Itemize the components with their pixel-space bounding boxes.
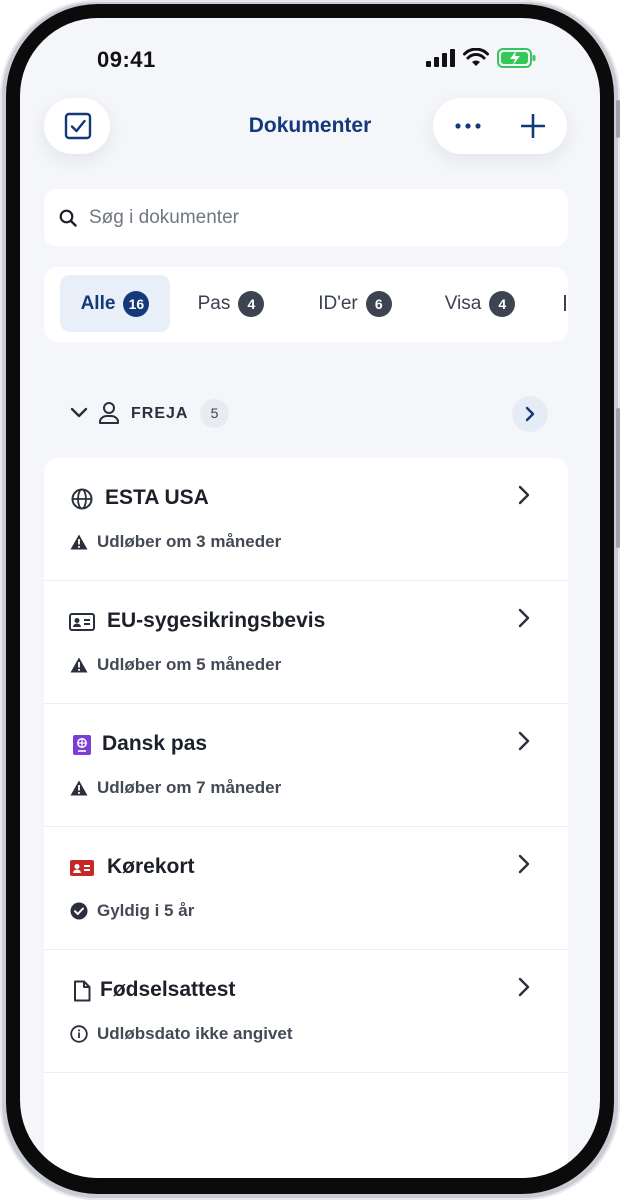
document-name: Fødselsattest xyxy=(100,978,236,1001)
group-name: FREJA xyxy=(131,405,189,422)
warning-icon xyxy=(70,780,88,796)
list-item[interactable]: ESTA USA Udløber om 3 måneder xyxy=(44,458,568,581)
list-item[interactable]: Dansk pas Udløber om 7 måneder xyxy=(44,704,568,827)
tab-label: Visa xyxy=(444,292,482,314)
info-icon xyxy=(70,1025,88,1043)
device-side-button xyxy=(616,100,620,138)
warning-icon xyxy=(70,534,88,550)
tab-label: Alle xyxy=(80,292,116,314)
chevron-right-icon xyxy=(518,485,530,505)
status-time: 09:41 xyxy=(97,47,156,72)
filter-tabs: Alle 16 Pas 4 ID'er 6 Visa 4 xyxy=(44,267,568,342)
tab-count-badge: 6 xyxy=(365,290,392,317)
document-status: Gyldig i 5 år xyxy=(70,901,194,921)
group-count-badge: 5 xyxy=(200,399,229,428)
chevron-right-icon xyxy=(518,854,530,874)
tab-label: ID'er xyxy=(318,292,358,314)
chevron-right-icon xyxy=(525,406,535,422)
document-status-text: Udløber om 3 måneder xyxy=(97,532,282,551)
document-list: ESTA USA Udløber om 3 måneder EU-sygesik… xyxy=(44,458,568,1178)
chevron-down-icon xyxy=(70,407,88,418)
driving-license-icon xyxy=(69,855,95,881)
plus-icon xyxy=(521,114,545,138)
document-icon xyxy=(69,978,95,1004)
document-name: Dansk pas xyxy=(102,732,208,755)
app-screen: 09:41 Dokumenter Søg i dokumenter Alle 1… xyxy=(20,18,600,1178)
tab-alle[interactable]: Alle 16 xyxy=(60,275,170,332)
document-status-text: Udløbsdato ikke angivet xyxy=(97,1024,293,1043)
list-item[interactable]: EU-sygesikringsbevis Udløber om 5 månede… xyxy=(44,581,568,704)
chevron-right-icon xyxy=(518,731,530,751)
document-name: ESTA USA xyxy=(105,486,209,509)
add-document-button[interactable] xyxy=(509,98,559,154)
globe-icon xyxy=(69,486,95,512)
wifi-icon xyxy=(463,48,489,66)
tab-visa[interactable]: Visa 4 xyxy=(430,275,530,332)
document-name: Kørekort xyxy=(107,855,195,878)
search-input[interactable]: Søg i dokumenter xyxy=(44,189,568,246)
id-card-icon xyxy=(69,609,95,635)
tab-count-badge: 4 xyxy=(238,290,265,317)
ellipsis-icon xyxy=(455,123,481,129)
battery-icon xyxy=(497,48,536,68)
check-circle-icon xyxy=(70,902,88,920)
passport-icon xyxy=(69,732,95,758)
search-placeholder: Søg i dokumenter xyxy=(89,206,239,228)
list-item[interactable]: Kørekort Gyldig i 5 år xyxy=(44,827,568,950)
status-icons xyxy=(425,48,537,68)
document-status-text: Udløber om 5 måneder xyxy=(97,655,282,674)
cellular-signal-icon xyxy=(426,49,455,67)
list-item[interactable]: Fødselsattest Udløbsdato ikke angivet xyxy=(44,950,568,1073)
group-open-button[interactable] xyxy=(512,396,548,432)
tab-ider[interactable]: ID'er 6 xyxy=(302,275,408,332)
chevron-right-icon xyxy=(518,977,530,997)
device-side-button xyxy=(616,408,620,548)
header-actions xyxy=(433,98,567,154)
tab-pas[interactable]: Pas 4 xyxy=(186,275,276,332)
warning-icon xyxy=(70,657,88,673)
tab-count-badge: 4 xyxy=(489,290,516,317)
person-icon xyxy=(99,402,119,424)
document-status-text: Udløber om 7 måneder xyxy=(97,778,282,797)
status-bar: 09:41 xyxy=(20,18,600,98)
document-status: Udløber om 5 måneder xyxy=(70,655,281,675)
tab-overflow-hint xyxy=(564,295,566,311)
chevron-right-icon xyxy=(518,608,530,628)
document-status: Udløbsdato ikke angivet xyxy=(70,1024,293,1044)
document-status: Udløber om 3 måneder xyxy=(70,532,281,552)
document-status: Udløber om 7 måneder xyxy=(70,778,281,798)
document-name: EU-sygesikringsbevis xyxy=(107,609,326,632)
document-status-text: Gyldig i 5 år xyxy=(97,901,195,920)
tab-label: Pas xyxy=(197,292,231,314)
search-icon xyxy=(59,209,77,227)
more-button[interactable] xyxy=(443,98,493,154)
group-header[interactable]: FREJA 5 xyxy=(44,394,568,434)
tab-count-badge: 16 xyxy=(123,290,150,317)
